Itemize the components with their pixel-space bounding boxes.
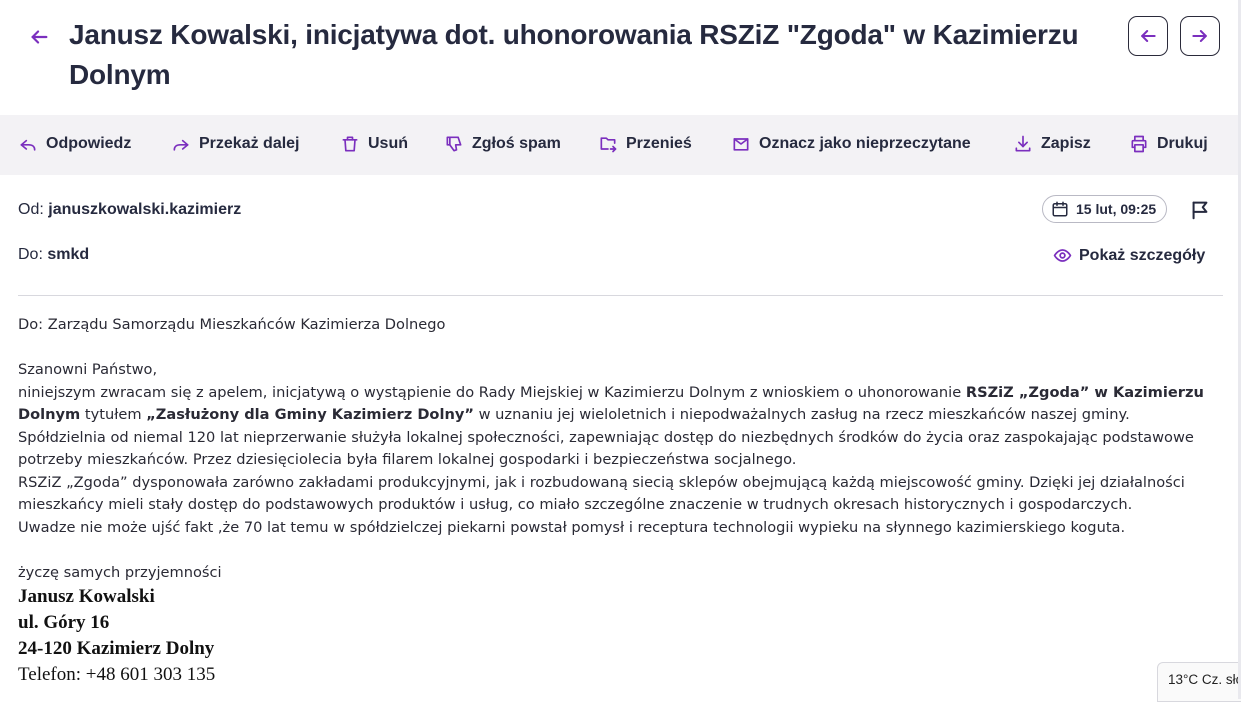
addressee-line: Do: Zarządu Samorządu Mieszkańców Kazimi…	[18, 316, 446, 333]
save-button[interactable]: Zapisz	[1013, 134, 1091, 154]
signature-name: Janusz Kowalski	[18, 586, 155, 607]
signature-city: 24-120 Kazimierz Dolny	[18, 638, 215, 659]
eye-icon	[1053, 249, 1072, 262]
arrow-left-icon	[1141, 30, 1156, 42]
show-details-button[interactable]: Pokaż szczegóły	[1053, 246, 1205, 265]
paragraph-4: Uwadze nie może ujść fakt ,że 70 lat tem…	[18, 518, 1126, 536]
show-details-label: Pokaż szczegóły	[1079, 246, 1206, 264]
back-button[interactable]	[24, 22, 54, 52]
honorary-title: „Zasłużony dla Gminy Kazimierz Dolny”	[146, 406, 474, 423]
print-button[interactable]: Drukuj	[1129, 134, 1208, 154]
reply-icon	[20, 139, 36, 151]
paragraph-1-text: niniejszym zwracam się z apelem, inicjat…	[18, 383, 966, 401]
calendar-icon	[1052, 201, 1068, 217]
signature-phone: Telefon: +48 601 303 135	[18, 664, 216, 685]
download-icon	[1015, 135, 1031, 152]
move-icon	[600, 137, 617, 153]
paragraph-1: niniejszym zwracam się z apelem, inicjat…	[18, 382, 1223, 427]
paragraph-1-text: tytułem	[80, 406, 147, 423]
greeting: Szanowni Państwo,	[18, 361, 158, 378]
report-spam-button[interactable]: Zgłoś spam	[444, 134, 561, 154]
signature-street: ul. Góry 16	[18, 612, 110, 633]
move-label: Przenieś	[626, 135, 692, 152]
email-view: Janusz Kowalski, inicjatywa dot. uhonoro…	[0, 0, 1241, 702]
forward-button[interactable]: Przekaż dalej	[171, 134, 300, 154]
trash-icon	[342, 136, 358, 152]
report-spam-label: Zgłoś spam	[472, 135, 561, 152]
reply-label: Odpowiedz	[46, 135, 132, 152]
flag-button[interactable]	[1189, 199, 1211, 221]
sender-address[interactable]: januszkowalski.kazimierz	[48, 201, 241, 218]
to-row: Do: smkd	[18, 246, 89, 264]
arrow-right-icon	[1192, 30, 1207, 42]
previous-email-button[interactable]	[1128, 16, 1168, 56]
delete-label: Usuń	[368, 135, 408, 152]
weather-text: 13°C Cz. sło	[1168, 672, 1241, 687]
delete-button[interactable]: Usuń	[340, 134, 408, 154]
date-badge: 15 lut, 09:25	[1042, 195, 1168, 223]
print-label: Drukuj	[1157, 135, 1208, 152]
mark-unread-button[interactable]: Oznacz jako nieprzeczytane	[731, 134, 971, 154]
arrow-left-icon	[31, 30, 48, 44]
recipient-address[interactable]: smkd	[47, 246, 89, 263]
reply-button[interactable]: Odpowiedz	[18, 134, 131, 154]
to-label: Do:	[18, 246, 43, 263]
header-divider	[18, 295, 1223, 296]
email-header: Janusz Kowalski, inicjatywa dot. uhonoro…	[0, 0, 1241, 114]
paragraph-2: Spółdzielnia od niemal 120 lat nieprzerw…	[18, 428, 1194, 469]
paragraph-3: RSZiZ „Zgoda” dysponowała zarówno zakład…	[18, 473, 1185, 514]
email-subject: Janusz Kowalski, inicjatywa dot. uhonoro…	[69, 19, 1079, 90]
weather-widget[interactable]: 13°C Cz. sło	[1157, 662, 1241, 702]
closing-line: życzę samych przyjemności	[18, 563, 222, 581]
next-email-button[interactable]	[1180, 16, 1220, 56]
email-date: 15 lut, 09:25	[1076, 201, 1157, 217]
mark-unread-label: Oznacz jako nieprzeczytane	[759, 135, 971, 152]
message-body: Do: Zarządu Samorządu Mieszkańców Kazimi…	[18, 314, 1223, 688]
thumbs-down-icon	[446, 136, 462, 152]
paragraph-1-text: w uznaniu jej wieloletnich i niepodważal…	[473, 406, 1130, 423]
move-button[interactable]: Przenieś	[598, 134, 692, 154]
mark-unread-icon	[733, 138, 749, 151]
action-toolbar: Odpowiedz Przekaż dalej Usuń Zgłoś spam …	[0, 115, 1241, 175]
from-row: Od: januszkowalski.kazimierz	[18, 201, 241, 219]
from-label: Od:	[18, 201, 44, 218]
forward-label: Przekaż dalej	[199, 135, 300, 152]
print-icon	[1131, 135, 1147, 153]
forward-icon	[173, 139, 189, 151]
flag-icon	[1192, 201, 1208, 220]
save-label: Zapisz	[1041, 135, 1091, 152]
